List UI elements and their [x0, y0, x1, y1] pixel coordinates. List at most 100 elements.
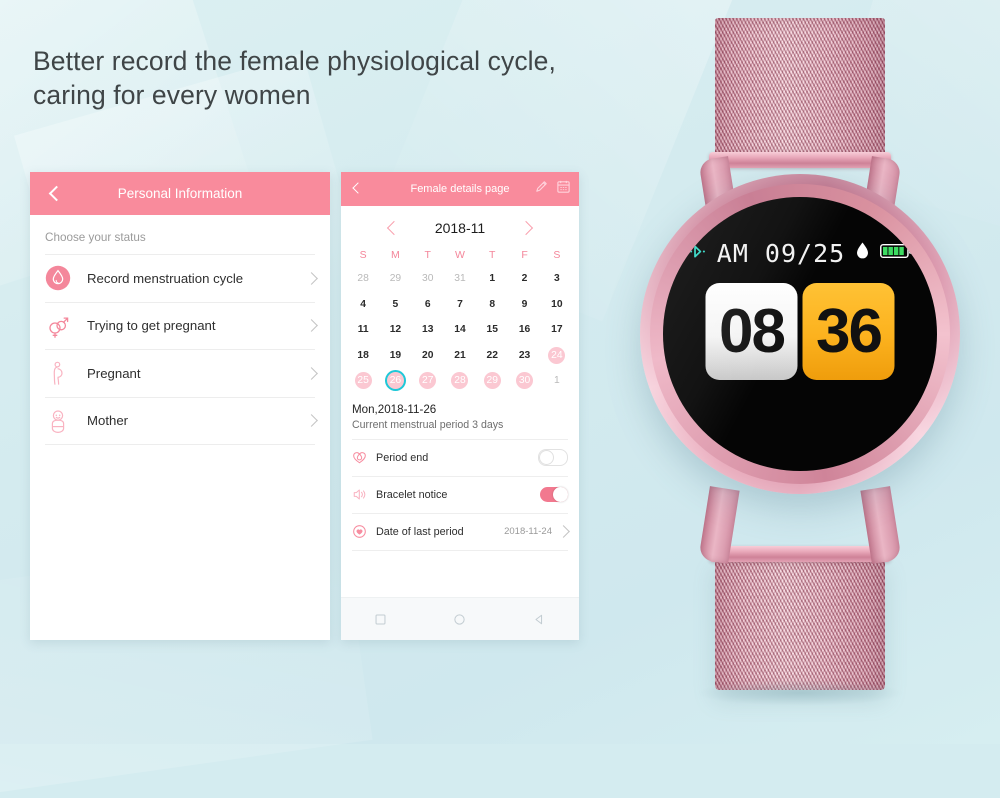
- calendar-day-cell[interactable]: 14: [444, 317, 476, 343]
- calendar-day-number: 12: [389, 324, 402, 336]
- day-header: S: [359, 249, 367, 261]
- calendar-week-row: 11 12 13 14 15 16 17: [347, 317, 573, 343]
- status-option-label: Mother: [87, 413, 129, 429]
- status-option-mother[interactable]: Mother: [30, 398, 330, 445]
- bracelet-notice-toggle[interactable]: [540, 487, 568, 502]
- calendar-day-cell[interactable]: 28: [347, 266, 379, 292]
- calendar-day-number: 18: [357, 349, 369, 361]
- calendar-day-cell[interactable]: 17: [541, 317, 573, 343]
- status-option-record-menstruation-cycle[interactable]: Record menstruation cycle: [30, 255, 330, 302]
- android-navigation-bar: [341, 597, 579, 640]
- period-end-toggle[interactable]: [538, 449, 568, 466]
- status-option-trying-to-get-pregnant[interactable]: Trying to get pregnant: [30, 303, 330, 350]
- chevron-right-icon: [305, 366, 318, 380]
- recents-square-icon[interactable]: [374, 613, 387, 626]
- heart-drop-icon: [352, 450, 367, 465]
- calendar-day-number: 11: [357, 324, 369, 336]
- appbar-actions: [534, 172, 571, 206]
- calendar-day-number: 27: [419, 372, 437, 390]
- watch-shadow: [695, 680, 905, 706]
- calendar-day-number: 30: [516, 372, 534, 390]
- calendar-day-cell[interactable]: 29: [379, 266, 411, 292]
- chevron-right-icon: [305, 414, 318, 428]
- female-details-appbar: Female details page: [341, 172, 579, 206]
- setting-label: Period end: [376, 451, 429, 464]
- calendar-day-cell[interactable]: 4: [347, 292, 379, 318]
- calendar-day-cell[interactable]: 1: [541, 368, 573, 394]
- status-option-label: Record menstruation cycle: [87, 270, 244, 286]
- calendar-day-cell[interactable]: 10: [541, 292, 573, 318]
- calendar-day-number: 29: [483, 372, 501, 390]
- edit-pen-icon[interactable]: [534, 179, 549, 199]
- calendar-day-cell[interactable]: 29: [476, 368, 508, 394]
- setting-row-period-end[interactable]: Period end: [341, 440, 579, 476]
- gender-symbols-icon: [45, 313, 71, 339]
- watch-strap-bottom: [715, 560, 885, 690]
- calendar-day-number: 29: [389, 273, 402, 285]
- chevron-left-icon[interactable]: [350, 181, 366, 197]
- headline-line-1: Better record the female physiological c…: [33, 46, 556, 76]
- calendar-day-number: 20: [421, 349, 434, 361]
- calendar-day-cell[interactable]: 25: [347, 368, 379, 394]
- personal-information-screen: Personal Information Choose your status …: [30, 172, 330, 640]
- chevron-right-icon: [557, 525, 570, 538]
- chevron-left-icon[interactable]: [386, 220, 402, 236]
- calendar-day-number: 14: [454, 324, 466, 336]
- calendar-day-cell[interactable]: 23: [508, 343, 540, 369]
- calendar-day-cell[interactable]: 13: [412, 317, 444, 343]
- calendar-day-cell[interactable]: 6: [412, 292, 444, 318]
- headline-line-2: caring for every women: [33, 80, 311, 110]
- calendar-day-cell[interactable]: 3: [541, 266, 573, 292]
- day-header: F: [521, 249, 528, 261]
- calendar-day-cell[interactable]: 11: [347, 317, 379, 343]
- back-triangle-icon[interactable]: [533, 613, 546, 626]
- calendar-day-cell[interactable]: 27: [412, 368, 444, 394]
- day-header: W: [455, 249, 465, 261]
- calendar-day-cell[interactable]: 31: [444, 266, 476, 292]
- chevron-right-icon: [305, 271, 318, 285]
- smartwatch: AM 09/25 08 36: [600, 0, 1000, 744]
- home-circle-icon[interactable]: [453, 613, 466, 626]
- calendar-day-cell[interactable]: 30: [412, 266, 444, 292]
- calendar-day-cell[interactable]: 12: [379, 317, 411, 343]
- calendar-day-number: 2: [521, 273, 528, 285]
- calendar-day-cell[interactable]: 26: [379, 368, 411, 394]
- calendar-day-number: 4: [360, 298, 366, 310]
- calendar-day-cell[interactable]: 16: [508, 317, 540, 343]
- calendar-week-row: 18 19 20 21 22 23 24: [347, 343, 573, 369]
- calendar-day-number: 5: [392, 298, 399, 310]
- calendar-day-cell[interactable]: 24: [541, 343, 573, 369]
- calendar-day-cell[interactable]: 7: [444, 292, 476, 318]
- chevron-right-icon: [305, 319, 318, 333]
- day-header: M: [391, 249, 400, 261]
- setting-row-date-of-last-period[interactable]: Date of last period 2018-11-24: [341, 514, 579, 550]
- divider: [352, 549, 568, 551]
- watch-screen[interactable]: AM 09/25 08 36: [663, 197, 937, 471]
- calendar-day-number: 28: [451, 372, 469, 390]
- calendar-week-row: 4 5 6 7 8 9 10: [347, 292, 573, 318]
- calendar-day-cell[interactable]: 30: [508, 368, 540, 394]
- chevron-right-icon[interactable]: [518, 220, 534, 236]
- calendar-day-number: 31: [454, 273, 466, 285]
- setting-row-bracelet-notice[interactable]: Bracelet notice: [341, 477, 579, 513]
- calendar-day-cell[interactable]: 22: [476, 343, 508, 369]
- chevron-left-icon[interactable]: [45, 184, 65, 204]
- calendar-day-cell[interactable]: 19: [379, 343, 411, 369]
- calendar-day-cell[interactable]: 21: [444, 343, 476, 369]
- day-header: T: [424, 249, 431, 261]
- calendar-day-cell[interactable]: 1: [476, 266, 508, 292]
- calendar-day-cell[interactable]: 28: [444, 368, 476, 394]
- calendar-day-cell[interactable]: 9: [508, 292, 540, 318]
- calendar-day-cell[interactable]: 2: [508, 266, 540, 292]
- calendar-day-cell[interactable]: 5: [379, 292, 411, 318]
- calendar-day-number: 30: [421, 273, 434, 285]
- calendar-day-cell[interactable]: 20: [412, 343, 444, 369]
- day-header: S: [553, 249, 561, 261]
- status-option-pregnant[interactable]: Pregnant: [30, 350, 330, 397]
- selected-date-note: Current menstrual period 3 days: [352, 418, 504, 431]
- calendar-day-cell[interactable]: 8: [476, 292, 508, 318]
- calendar-icon[interactable]: [556, 179, 571, 199]
- calendar-day-cell[interactable]: 15: [476, 317, 508, 343]
- calendar-day-number: 3: [553, 273, 560, 285]
- calendar-day-cell[interactable]: 18: [347, 343, 379, 369]
